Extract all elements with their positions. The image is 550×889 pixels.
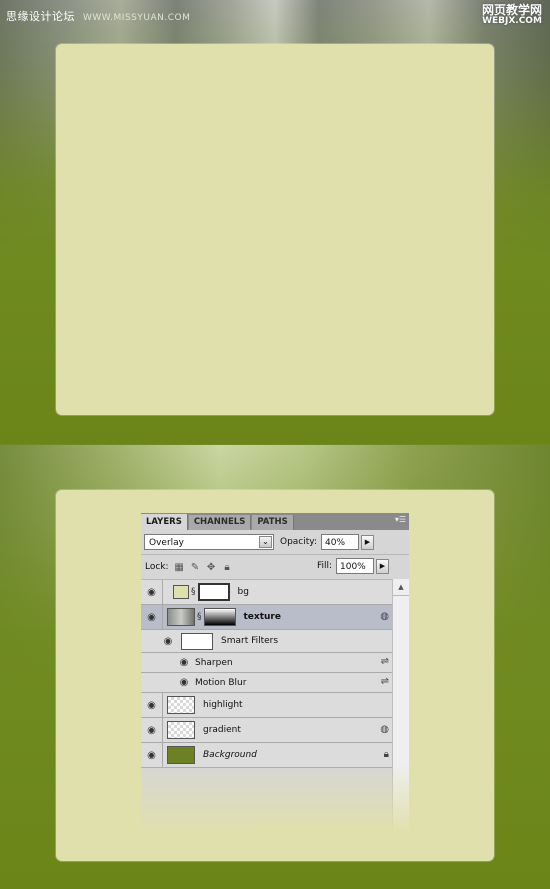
eye-icon[interactable]: ◉ bbox=[141, 718, 163, 742]
top-preview: 思缘设计论坛 WWW.MISSYUAN.COM 网页教学网 WEBJX.COM bbox=[0, 0, 550, 444]
blending-options-icon[interactable]: ⇌ bbox=[381, 656, 389, 667]
filter-mask-thumbnail[interactable] bbox=[181, 632, 213, 650]
opacity-slider-button[interactable]: ▶ bbox=[361, 534, 374, 550]
lock-icon: 🔒︎ bbox=[383, 749, 389, 760]
lock-position-icon[interactable]: ✥ bbox=[206, 562, 217, 573]
layer-thumbnail bbox=[173, 585, 189, 599]
layer-mask-thumbnail[interactable] bbox=[203, 608, 236, 626]
lock-label: Lock: bbox=[145, 562, 169, 572]
layer-thumbnail bbox=[167, 696, 195, 714]
lock-fill-row: Lock: ▦ ✎ ✥ 🔒︎ Fill: 100% ▶ bbox=[141, 555, 409, 580]
eye-icon[interactable]: ◉ bbox=[141, 580, 163, 604]
watermark-right-site: WEBJX.COM bbox=[482, 15, 542, 26]
link-icon: § bbox=[197, 612, 202, 622]
panel-tab-bar: LAYERS CHANNELS PATHS ▾☰ bbox=[141, 513, 409, 530]
chevron-down-icon[interactable]: ⌄ bbox=[259, 536, 272, 548]
watermark-right-text: 网页教学网 bbox=[481, 3, 542, 17]
layer-name: gradient bbox=[203, 725, 241, 735]
smart-filter-indicator-icon: ◍ bbox=[380, 724, 389, 735]
tab-channels[interactable]: CHANNELS bbox=[188, 515, 252, 530]
eye-icon[interactable]: ◉ bbox=[141, 605, 163, 629]
layer-highlight[interactable]: ◉ highlight bbox=[141, 693, 409, 718]
smart-filter-indicator-icon: ◍ bbox=[380, 611, 389, 622]
blend-opacity-row: Overlay ⌄ Opacity: 40% ▶ bbox=[141, 530, 409, 555]
tab-layers[interactable]: LAYERS bbox=[141, 514, 188, 530]
eye-icon[interactable]: ◉ bbox=[177, 673, 191, 692]
lock-all-icon[interactable]: 🔒︎ bbox=[222, 562, 233, 573]
opacity-label: Opacity: bbox=[280, 537, 317, 547]
panel-fade-overlay bbox=[141, 763, 409, 833]
layer-name: bg bbox=[237, 587, 249, 597]
blending-options-icon[interactable]: ⇌ bbox=[381, 676, 389, 687]
fill-slider-button[interactable]: ▶ bbox=[376, 558, 389, 574]
filter-name: Sharpen bbox=[195, 657, 233, 668]
lock-pixels-icon[interactable]: ✎ bbox=[190, 562, 201, 573]
filter-sharpen[interactable]: ◉ Sharpen ⇌ bbox=[141, 653, 409, 673]
layer-name: Background bbox=[203, 750, 257, 760]
blend-mode-value: Overlay bbox=[149, 538, 184, 548]
link-icon: § bbox=[191, 587, 196, 597]
smart-filters-label: Smart Filters bbox=[221, 636, 279, 646]
watermark-left-site: WWW.MISSYUAN.COM bbox=[83, 13, 191, 23]
watermark-right: 网页教学网 WEBJX.COM bbox=[482, 4, 542, 26]
watermark-left: 思缘设计论坛 WWW.MISSYUAN.COM bbox=[6, 8, 190, 24]
layers-panel: LAYERS CHANNELS PATHS ▾☰ Overlay ⌄ Opaci… bbox=[141, 513, 409, 833]
layer-texture[interactable]: ◉ § texture ◍ bbox=[141, 605, 409, 630]
layer-name: texture bbox=[243, 612, 281, 622]
layers-list: ◉ § bg ◉ § texture ◍ ◉ Smart Filters ◉ S… bbox=[141, 580, 409, 768]
layer-thumbnail bbox=[167, 746, 195, 764]
watermark-left-text: 思缘设计论坛 bbox=[6, 10, 75, 23]
smart-filters-row[interactable]: ◉ Smart Filters bbox=[141, 630, 409, 653]
filter-motion-blur[interactable]: ◉ Motion Blur ⇌ bbox=[141, 673, 409, 693]
fill-label: Fill: bbox=[316, 561, 332, 571]
layer-name: highlight bbox=[203, 700, 243, 710]
layer-mask-thumbnail[interactable] bbox=[197, 583, 230, 601]
fill-input[interactable]: 100% bbox=[336, 558, 374, 574]
eye-icon[interactable]: ◉ bbox=[141, 693, 163, 717]
smart-object-thumbnail bbox=[167, 721, 195, 739]
scroll-up-arrow-icon[interactable]: ▲ bbox=[393, 579, 409, 596]
lock-transparency-icon[interactable]: ▦ bbox=[174, 562, 185, 573]
eye-icon[interactable]: ◉ bbox=[161, 632, 175, 651]
beige-card-top bbox=[56, 44, 494, 415]
smart-object-thumbnail bbox=[167, 608, 195, 626]
opacity-input[interactable]: 40% bbox=[321, 534, 359, 550]
layer-bg[interactable]: ◉ § bg bbox=[141, 580, 409, 605]
fill-group: Fill: 100% ▶ bbox=[317, 558, 389, 574]
panel-menu-icon[interactable]: ▾☰ bbox=[395, 515, 406, 524]
layer-gradient[interactable]: ◉ gradient ◍ bbox=[141, 718, 409, 743]
eye-icon[interactable]: ◉ bbox=[177, 653, 191, 672]
tab-paths[interactable]: PATHS bbox=[252, 515, 294, 530]
filter-name: Motion Blur bbox=[195, 677, 247, 688]
blend-mode-select[interactable]: Overlay ⌄ bbox=[144, 534, 274, 550]
